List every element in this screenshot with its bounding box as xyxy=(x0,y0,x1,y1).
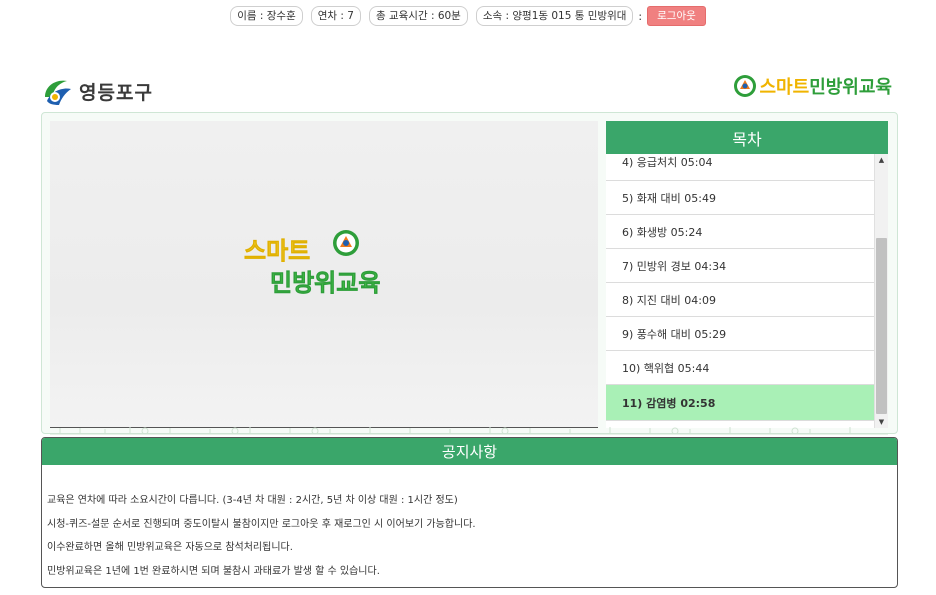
user-name-badge: 이름 : 장수훈 xyxy=(230,6,303,26)
video-logo-text-smart: 스마트 xyxy=(244,237,310,265)
toc-scrollbar[interactable]: ▲ ▼ xyxy=(874,154,888,428)
logo-text-smart: 스마트 xyxy=(759,77,810,98)
notice-title: 공지사항 xyxy=(42,438,897,465)
district-logo: 영등포구 xyxy=(41,75,153,107)
toc-item[interactable]: 8) 지진 대비 04:09 xyxy=(606,283,874,317)
video-player[interactable]: 스마트 민방위교육 xyxy=(50,121,598,428)
smart-civil-defense-logo: 스마트민방위교육 xyxy=(733,73,892,99)
decorative-pattern-strip xyxy=(50,426,888,436)
toc-title: 목차 xyxy=(606,121,888,154)
notice-board: 공지사항 교육은 연차에 따라 소요시간이 다릅니다. (3-4년 차 대원 :… xyxy=(41,437,898,588)
logo-text-civil-defense: 민방위교육 xyxy=(809,77,892,98)
toc-item[interactable]: 6) 화생방 05:24 xyxy=(606,215,874,249)
toc-item[interactable]: 7) 민방위 경보 04:34 xyxy=(606,249,874,283)
video-logo-text-civil-defense: 민방위교육 xyxy=(270,269,380,297)
scroll-thumb[interactable] xyxy=(876,238,887,414)
toc-item[interactable]: 4) 응급처치 05:04 xyxy=(606,154,874,181)
separator: : xyxy=(638,9,643,23)
round-badge: 연차 : 7 xyxy=(310,6,361,26)
toc-list[interactable]: 4) 응급처치 05:04 5) 화재 대비 05:49 6) 화생방 05:2… xyxy=(606,154,874,428)
table-of-contents: 목차 4) 응급처치 05:04 5) 화재 대비 05:49 6) 화생방 0… xyxy=(606,121,888,428)
civil-defense-emblem-icon xyxy=(733,75,756,97)
notice-body: 교육은 연차에 따라 소요시간이 다릅니다. (3-4년 차 대원 : 2시간,… xyxy=(42,465,897,583)
toc-item[interactable]: 5) 화재 대비 05:49 xyxy=(606,181,874,215)
toc-item-active[interactable]: 11) 감염병 02:58 xyxy=(606,385,874,421)
affiliation-badge: 소속 : 양평1동 015 통 민방위대 xyxy=(475,6,634,26)
notice-line: 시청-퀴즈-설문 순서로 진행되며 중도이탈시 불참이지만 로그아웃 후 재로그… xyxy=(47,518,476,530)
video-logo-graphic: 스마트 민방위교육 xyxy=(244,230,381,297)
scroll-up-arrow-icon[interactable]: ▲ xyxy=(875,154,888,166)
district-logo-text: 영등포구 xyxy=(79,81,153,104)
total-time-badge: 총 교육시간 : 60분 xyxy=(368,6,468,26)
notice-line: 이수완료하면 올해 민방위교육은 자동으로 참석처리됩니다. xyxy=(47,542,293,553)
notice-line: 민방위교육은 1년에 1번 완료하시면 되며 불참시 과태료가 발생 할 수 있… xyxy=(47,565,380,577)
decorative-pattern-graphic xyxy=(50,427,888,435)
user-info-bar: 이름 : 장수훈 연차 : 7 총 교육시간 : 60분 소속 : 양평1동 0… xyxy=(0,5,936,27)
video-title-logo: 스마트 민방위교육 xyxy=(240,229,400,305)
district-emblem-icon xyxy=(45,80,71,105)
logout-button[interactable]: 로그아웃 xyxy=(647,6,706,26)
toc-item[interactable]: 10) 핵위협 05:44 xyxy=(606,351,874,385)
toc-item[interactable]: 9) 풍수해 대비 05:29 xyxy=(606,317,874,351)
notice-line: 교육은 연차에 따라 소요시간이 다릅니다. (3-4년 차 대원 : 2시간,… xyxy=(47,495,458,506)
